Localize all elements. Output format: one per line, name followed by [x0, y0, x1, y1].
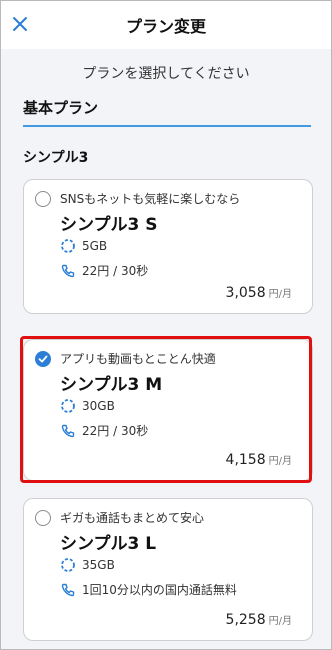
- plan-call-row: 22円 / 30秒: [60, 422, 148, 439]
- plan-call-rate: 22円 / 30秒: [82, 424, 149, 438]
- plan-card-simple3-s[interactable]: SNSもネットも気軽に楽しむなら シンプル3 S 5GB 22円 / 30秒 3…: [23, 179, 313, 314]
- plan-name: シンプル3 L: [60, 534, 157, 554]
- plan-data-amount: 35GB: [82, 558, 115, 572]
- page-title: プラン変更: [125, 17, 206, 36]
- phone-icon: [60, 582, 76, 598]
- plan-tagline: ギガも通話もまとめて安心: [60, 511, 205, 525]
- plan-tagline: SNSもネットも気軽に楽しむなら: [60, 192, 241, 206]
- checkmark-icon: [38, 355, 48, 363]
- app-frame: プラン変更 プランを選択してください 基本プラン シンプル3 SNSもネットも気…: [0, 0, 332, 650]
- plan-call-rate: 1回10分以内の国内通話無料: [82, 583, 237, 597]
- data-gauge-icon: [60, 557, 76, 573]
- plan-price: 3,058 円/月: [226, 285, 292, 301]
- data-gauge-icon: [60, 398, 76, 414]
- plan-group-title: シンプル3: [23, 150, 89, 166]
- plan-data-row: 30GB: [60, 398, 115, 414]
- plan-price: 5,258 円/月: [226, 612, 292, 628]
- plan-price: 4,158 円/月: [226, 452, 292, 468]
- plan-name: シンプル3 M: [60, 375, 163, 395]
- data-gauge-icon: [60, 238, 76, 254]
- plan-price-unit: 円/月: [268, 616, 292, 627]
- tab-basic-plan[interactable]: 基本プラン: [23, 97, 311, 127]
- plan-price-unit: 円/月: [268, 289, 292, 300]
- radio-button-checked[interactable]: [35, 351, 51, 367]
- radio-button[interactable]: [35, 510, 51, 526]
- plan-price-value: 4,158: [225, 452, 266, 468]
- plan-data-row: 5GB: [60, 238, 107, 254]
- plan-price-value: 3,058: [225, 285, 266, 301]
- instruction-text: プランを選択してください: [82, 66, 250, 82]
- plan-tagline: アプリも動画もとことん快適: [60, 352, 216, 366]
- plan-card-simple3-m[interactable]: アプリも動画もとことん快適 シンプル3 M 30GB 22円 / 30秒 4,1…: [23, 339, 313, 481]
- plan-price-unit: 円/月: [268, 456, 292, 467]
- header-bar: プラン変更: [1, 1, 331, 49]
- phone-icon: [60, 423, 76, 439]
- plan-data-row: 35GB: [60, 557, 115, 573]
- plan-price-value: 5,258: [225, 612, 266, 628]
- plan-call-row: 1回10分以内の国内通話無料: [60, 581, 237, 598]
- plan-card-simple3-l[interactable]: ギガも通話もまとめて安心 シンプル3 L 35GB 1回10分以内の国内通話無料…: [23, 498, 313, 641]
- plan-call-row: 22円 / 30秒: [60, 262, 148, 279]
- radio-button[interactable]: [35, 191, 51, 207]
- phone-icon: [60, 263, 76, 279]
- plan-call-rate: 22円 / 30秒: [82, 264, 149, 278]
- plan-name: シンプル3 S: [60, 215, 158, 235]
- plan-data-amount: 30GB: [82, 399, 115, 413]
- plan-data-amount: 5GB: [82, 239, 108, 253]
